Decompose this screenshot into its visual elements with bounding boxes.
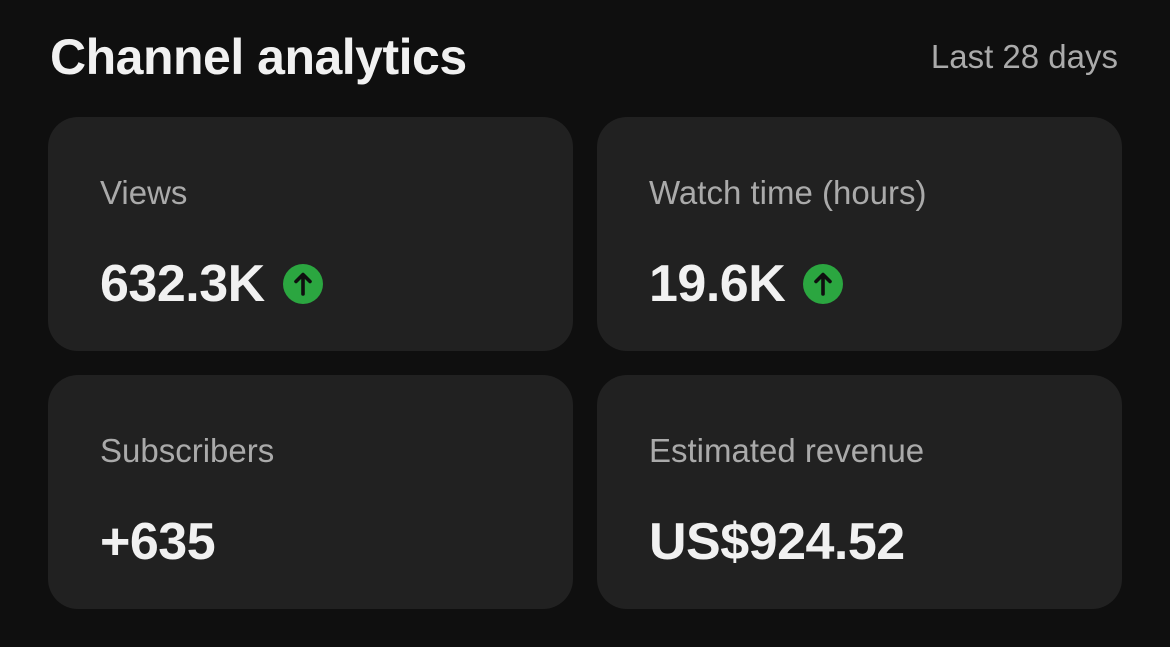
watch-time-label: Watch time (hours) (649, 174, 927, 211)
arrow-up-circle-icon (282, 264, 323, 304)
views-card[interactable]: Views 632.3K (48, 117, 573, 351)
subscribers-label: Subscribers (100, 432, 275, 469)
views-label: Views (100, 174, 188, 211)
revenue-value-row: US$924.52 (649, 507, 1122, 577)
watch-time-card[interactable]: Watch time (hours) 19.6K (597, 117, 1122, 351)
views-value: 632.3K (100, 255, 265, 313)
arrow-up-circle-icon (803, 264, 844, 304)
date-range-label[interactable]: Last 28 days (931, 38, 1118, 76)
revenue-value: US$924.52 (649, 513, 905, 571)
revenue-card[interactable]: Estimated revenue US$924.52 (597, 375, 1122, 609)
page-title: Channel analytics (50, 29, 467, 85)
views-value-row: 632.3K (100, 249, 573, 319)
subscribers-value: +635 (100, 513, 216, 571)
watch-time-value: 19.6K (649, 255, 786, 313)
watch-time-value-row: 19.6K (649, 249, 1122, 319)
analytics-header: Channel analytics Last 28 days (50, 22, 1118, 92)
revenue-label: Estimated revenue (649, 432, 925, 469)
metrics-grid: Views 632.3K Watch time (hours) 19.6K Su… (48, 117, 1122, 609)
subscribers-card[interactable]: Subscribers +635 (48, 375, 573, 609)
subscribers-value-row: +635 (100, 507, 573, 577)
